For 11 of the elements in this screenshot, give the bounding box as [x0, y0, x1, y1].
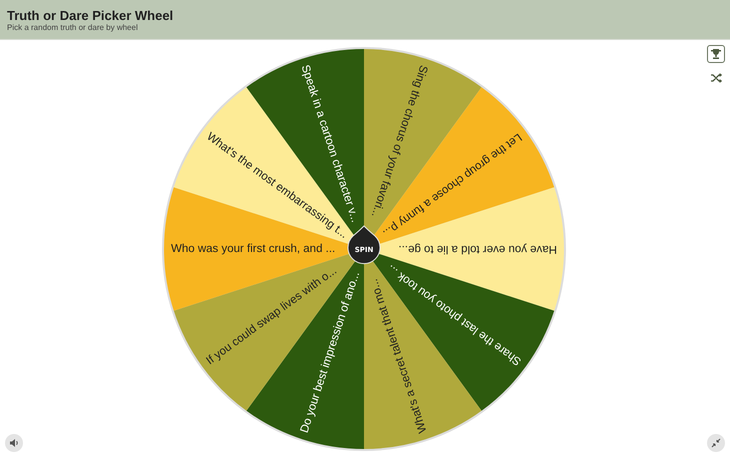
sound-button[interactable]	[5, 434, 23, 452]
collapse-icon	[711, 438, 721, 448]
segment-label: Have you ever told a lie to ge...	[398, 243, 556, 255]
page-subtitle: Pick a random truth or dare by wheel	[7, 23, 139, 33]
exit-fullscreen-button[interactable]	[707, 434, 725, 452]
trophy-icon	[710, 48, 722, 60]
shuffle-icon[interactable]	[710, 73, 722, 83]
segment-label: Who was your first crush, and ...	[170, 243, 335, 255]
trophy-button[interactable]	[707, 45, 725, 63]
speaker-icon	[9, 438, 19, 448]
page-title: Truth or Dare Picker Wheel	[7, 8, 174, 23]
